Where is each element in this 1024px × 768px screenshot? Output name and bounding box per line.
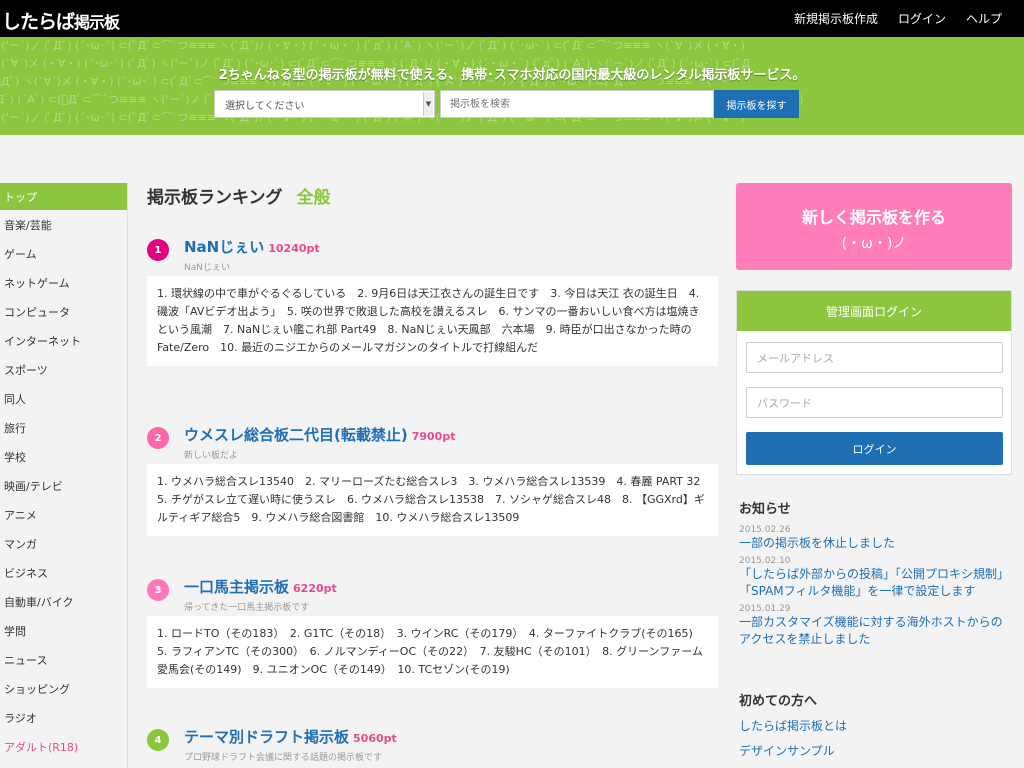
nav-create-board[interactable]: 新規掲示板作成	[794, 10, 878, 27]
pattern-line: ヽ(‘ー`)ノ (ﾟДﾟ) (´･ω･`) ⊂(ﾟДﾟ⊂⌒`つ≡≡≡ ヽ(`Д´…	[0, 39, 745, 52]
sidebar-item-school[interactable]: 学校	[0, 442, 127, 471]
board-points: 7900pt	[411, 430, 456, 443]
sidebar-item-manga[interactable]: マンガ	[0, 529, 127, 558]
ranking-entry: 1 NaNじぇい 10240pt NaNじぇい 1. 環状線の中で車がぐるぐるして…	[147, 230, 718, 366]
first-time-title: 初めての方へ	[739, 694, 818, 709]
sidebar-item-top[interactable]: トップ	[0, 183, 127, 210]
ranking-section: 掲示板ランキング 全般 1 NaNじぇい 10240pt NaNじぇい 1. 環状…	[147, 180, 718, 763]
login-panel: 管理画面ログイン メールアドレス パスワード ログイン	[736, 290, 1012, 475]
login-button[interactable]: ログイン	[746, 432, 1003, 465]
sidebar-item-anime[interactable]: アニメ	[0, 500, 127, 529]
ranking-entry: 3 一口馬主掲示板 6220pt 帰ってきた一口馬主掲示板です 1. ロードTO（…	[147, 570, 718, 688]
create-board-button[interactable]: 新しく掲示板を作る (・ω・)ノ	[736, 183, 1012, 270]
news-date: 2015.02.10	[739, 556, 791, 566]
category-sidebar: トップ 音楽/芸能 ゲーム ネットゲーム コンピュータ インターネット スポーツ…	[0, 183, 128, 768]
news-title: お知らせ	[739, 502, 791, 517]
nav-help[interactable]: ヘルプ	[966, 10, 1002, 27]
board-title-link[interactable]: テーマ別ドラフト掲示板 5060pt	[184, 726, 397, 747]
sidebar-item-sports[interactable]: スポーツ	[0, 355, 127, 384]
board-title-link[interactable]: ウメスレ総合板二代目(転載禁止) 7900pt	[184, 424, 455, 445]
hero-banner: ヽ(‘ー`)ノ (ﾟДﾟ) (´･ω･`) ⊂(ﾟДﾟ⊂⌒`つ≡≡≡ ヽ(`Д´…	[0, 37, 1024, 135]
entry-header: 3 一口馬主掲示板 6220pt 帰ってきた一口馬主掲示板です	[147, 570, 718, 616]
thread-list[interactable]: 1. 環状線の中で車がぐるぐるしている 2. 9月6日は天江衣さんの誕生日です …	[147, 276, 718, 366]
news-date: 2015.02.26	[739, 525, 791, 535]
entry-header: 4 テーマ別ドラフト掲示板 5060pt プロ野球ドラフト会議に関する話題の掲示板…	[147, 720, 718, 766]
board-title-link[interactable]: NaNじぇい 10240pt	[184, 236, 320, 257]
ranking-genre: 全般	[296, 187, 331, 208]
logo-sub: 掲示板	[74, 13, 120, 32]
sidebar-item-internet[interactable]: インターネット	[0, 326, 127, 355]
search-row: 選択してください ▼ 掲示板を探す	[214, 90, 799, 118]
thread-list[interactable]: 1. ウメハラ総合スレ13540 2. マリーローズたむ総合スレ3 3. ウメハ…	[147, 464, 718, 536]
ranking-entry: 2 ウメスレ総合板二代目(転載禁止) 7900pt 新しい板だよ 1. ウメハラ総…	[147, 418, 718, 536]
sidebar-item-news[interactable]: ニュース	[0, 645, 127, 674]
search-button[interactable]: 掲示板を探す	[714, 90, 799, 118]
sidebar-item-car-bike[interactable]: 自動車/バイク	[0, 587, 127, 616]
thread-list[interactable]: 1. ロードTO（その183） 2. G1TC（その18） 3. ウインRC（そ…	[147, 616, 718, 688]
board-name[interactable]: 一口馬主掲示板	[184, 578, 289, 596]
site-logo[interactable]: したらば掲示板	[2, 7, 120, 34]
entry-header: 1 NaNじぇい 10240pt NaNじぇい	[147, 230, 718, 276]
category-select[interactable]: 選択してください ▼	[214, 90, 435, 118]
ranking-title: 掲示板ランキング 全般	[147, 180, 718, 210]
chevron-down-icon: ▼	[423, 92, 433, 116]
news-section: お知らせ 2015.02.26 一部の掲示板を休止しました 2015.02.10…	[739, 498, 1014, 648]
board-title-link[interactable]: 一口馬主掲示板 6220pt	[184, 576, 337, 597]
rank-badge: 1	[147, 239, 169, 261]
board-name[interactable]: ウメスレ総合板二代目(転載禁止)	[184, 426, 408, 444]
top-bar: したらば掲示板 新規掲示板作成 ログイン ヘルプ	[0, 0, 1024, 37]
board-description: NaNじぇい	[184, 263, 230, 273]
create-board-face: (・ω・)ノ	[841, 236, 907, 252]
top-nav: 新規掲示板作成 ログイン ヘルプ	[794, 0, 1002, 37]
sidebar-item-business[interactable]: ビジネス	[0, 558, 127, 587]
nav-login[interactable]: ログイン	[898, 10, 946, 27]
first-time-link-samples[interactable]: デザインサンプル	[739, 742, 1014, 759]
first-time-section: 初めての方へ したらば掲示板とは デザインサンプル	[739, 690, 1014, 759]
ranking-entry: 4 テーマ別ドラフト掲示板 5060pt プロ野球ドラフト会議に関する話題の掲示板…	[147, 720, 718, 766]
password-field[interactable]: パスワード	[746, 387, 1003, 418]
board-name[interactable]: NaNじぇい	[184, 238, 264, 256]
board-description: 帰ってきた一口馬主掲示板です	[184, 603, 310, 613]
sidebar-item-radio[interactable]: ラジオ	[0, 703, 127, 732]
news-link[interactable]: 一部カスタマイズ機能に対する海外ホストからのアクセスを禁止しました	[739, 614, 1014, 648]
news-date: 2015.01.29	[739, 604, 791, 614]
tagline: 2ちゃんねる型の掲示板が無料で使える、携帯･スマホ対応の国内最大級のレンタル掲示…	[218, 68, 806, 83]
board-points: 6220pt	[293, 582, 337, 595]
create-board-label: 新しく掲示板を作る	[801, 208, 946, 227]
board-name[interactable]: テーマ別ドラフト掲示板	[184, 728, 349, 746]
sidebar-item-movie-tv[interactable]: 映画/テレビ	[0, 471, 127, 500]
email-field[interactable]: メールアドレス	[746, 342, 1003, 373]
news-link[interactable]: 一部の掲示板を休止しました	[739, 535, 1014, 552]
logo-main: したらば	[2, 11, 75, 33]
board-description: プロ野球ドラフト会議に関する話題の掲示板です	[184, 753, 383, 763]
rank-badge: 3	[147, 579, 169, 601]
entry-header: 2 ウメスレ総合板二代目(転載禁止) 7900pt 新しい板だよ	[147, 418, 718, 464]
sidebar-item-shopping[interactable]: ショッピング	[0, 674, 127, 703]
board-points: 10240pt	[268, 242, 320, 255]
ranking-heading: 掲示板ランキング	[147, 187, 283, 208]
sidebar-item-computer[interactable]: コンピュータ	[0, 297, 127, 326]
board-points: 5060pt	[353, 732, 397, 745]
sidebar-item-travel[interactable]: 旅行	[0, 413, 127, 442]
sidebar-item-doujin[interactable]: 同人	[0, 384, 127, 413]
first-time-link-about[interactable]: したらば掲示板とは	[739, 717, 1014, 734]
category-select-value: 選択してください	[225, 100, 305, 112]
sidebar-item-academic[interactable]: 学問	[0, 616, 127, 645]
search-input[interactable]	[440, 90, 714, 118]
sidebar-item-adult[interactable]: アダルト(R18)	[0, 732, 127, 761]
sidebar-item-game[interactable]: ゲーム	[0, 239, 127, 268]
rank-badge: 2	[147, 427, 169, 449]
news-link[interactable]: 「したらば外部からの投稿」「公開プロキシ規制」「SPAMフィルタ機能」を一律で設…	[739, 566, 1014, 600]
rank-badge: 4	[147, 729, 169, 751]
sidebar-item-netgame[interactable]: ネットゲーム	[0, 268, 127, 297]
board-description: 新しい板だよ	[184, 451, 239, 461]
login-panel-title: 管理画面ログイン	[737, 291, 1011, 331]
sidebar-item-music[interactable]: 音楽/芸能	[0, 210, 127, 239]
